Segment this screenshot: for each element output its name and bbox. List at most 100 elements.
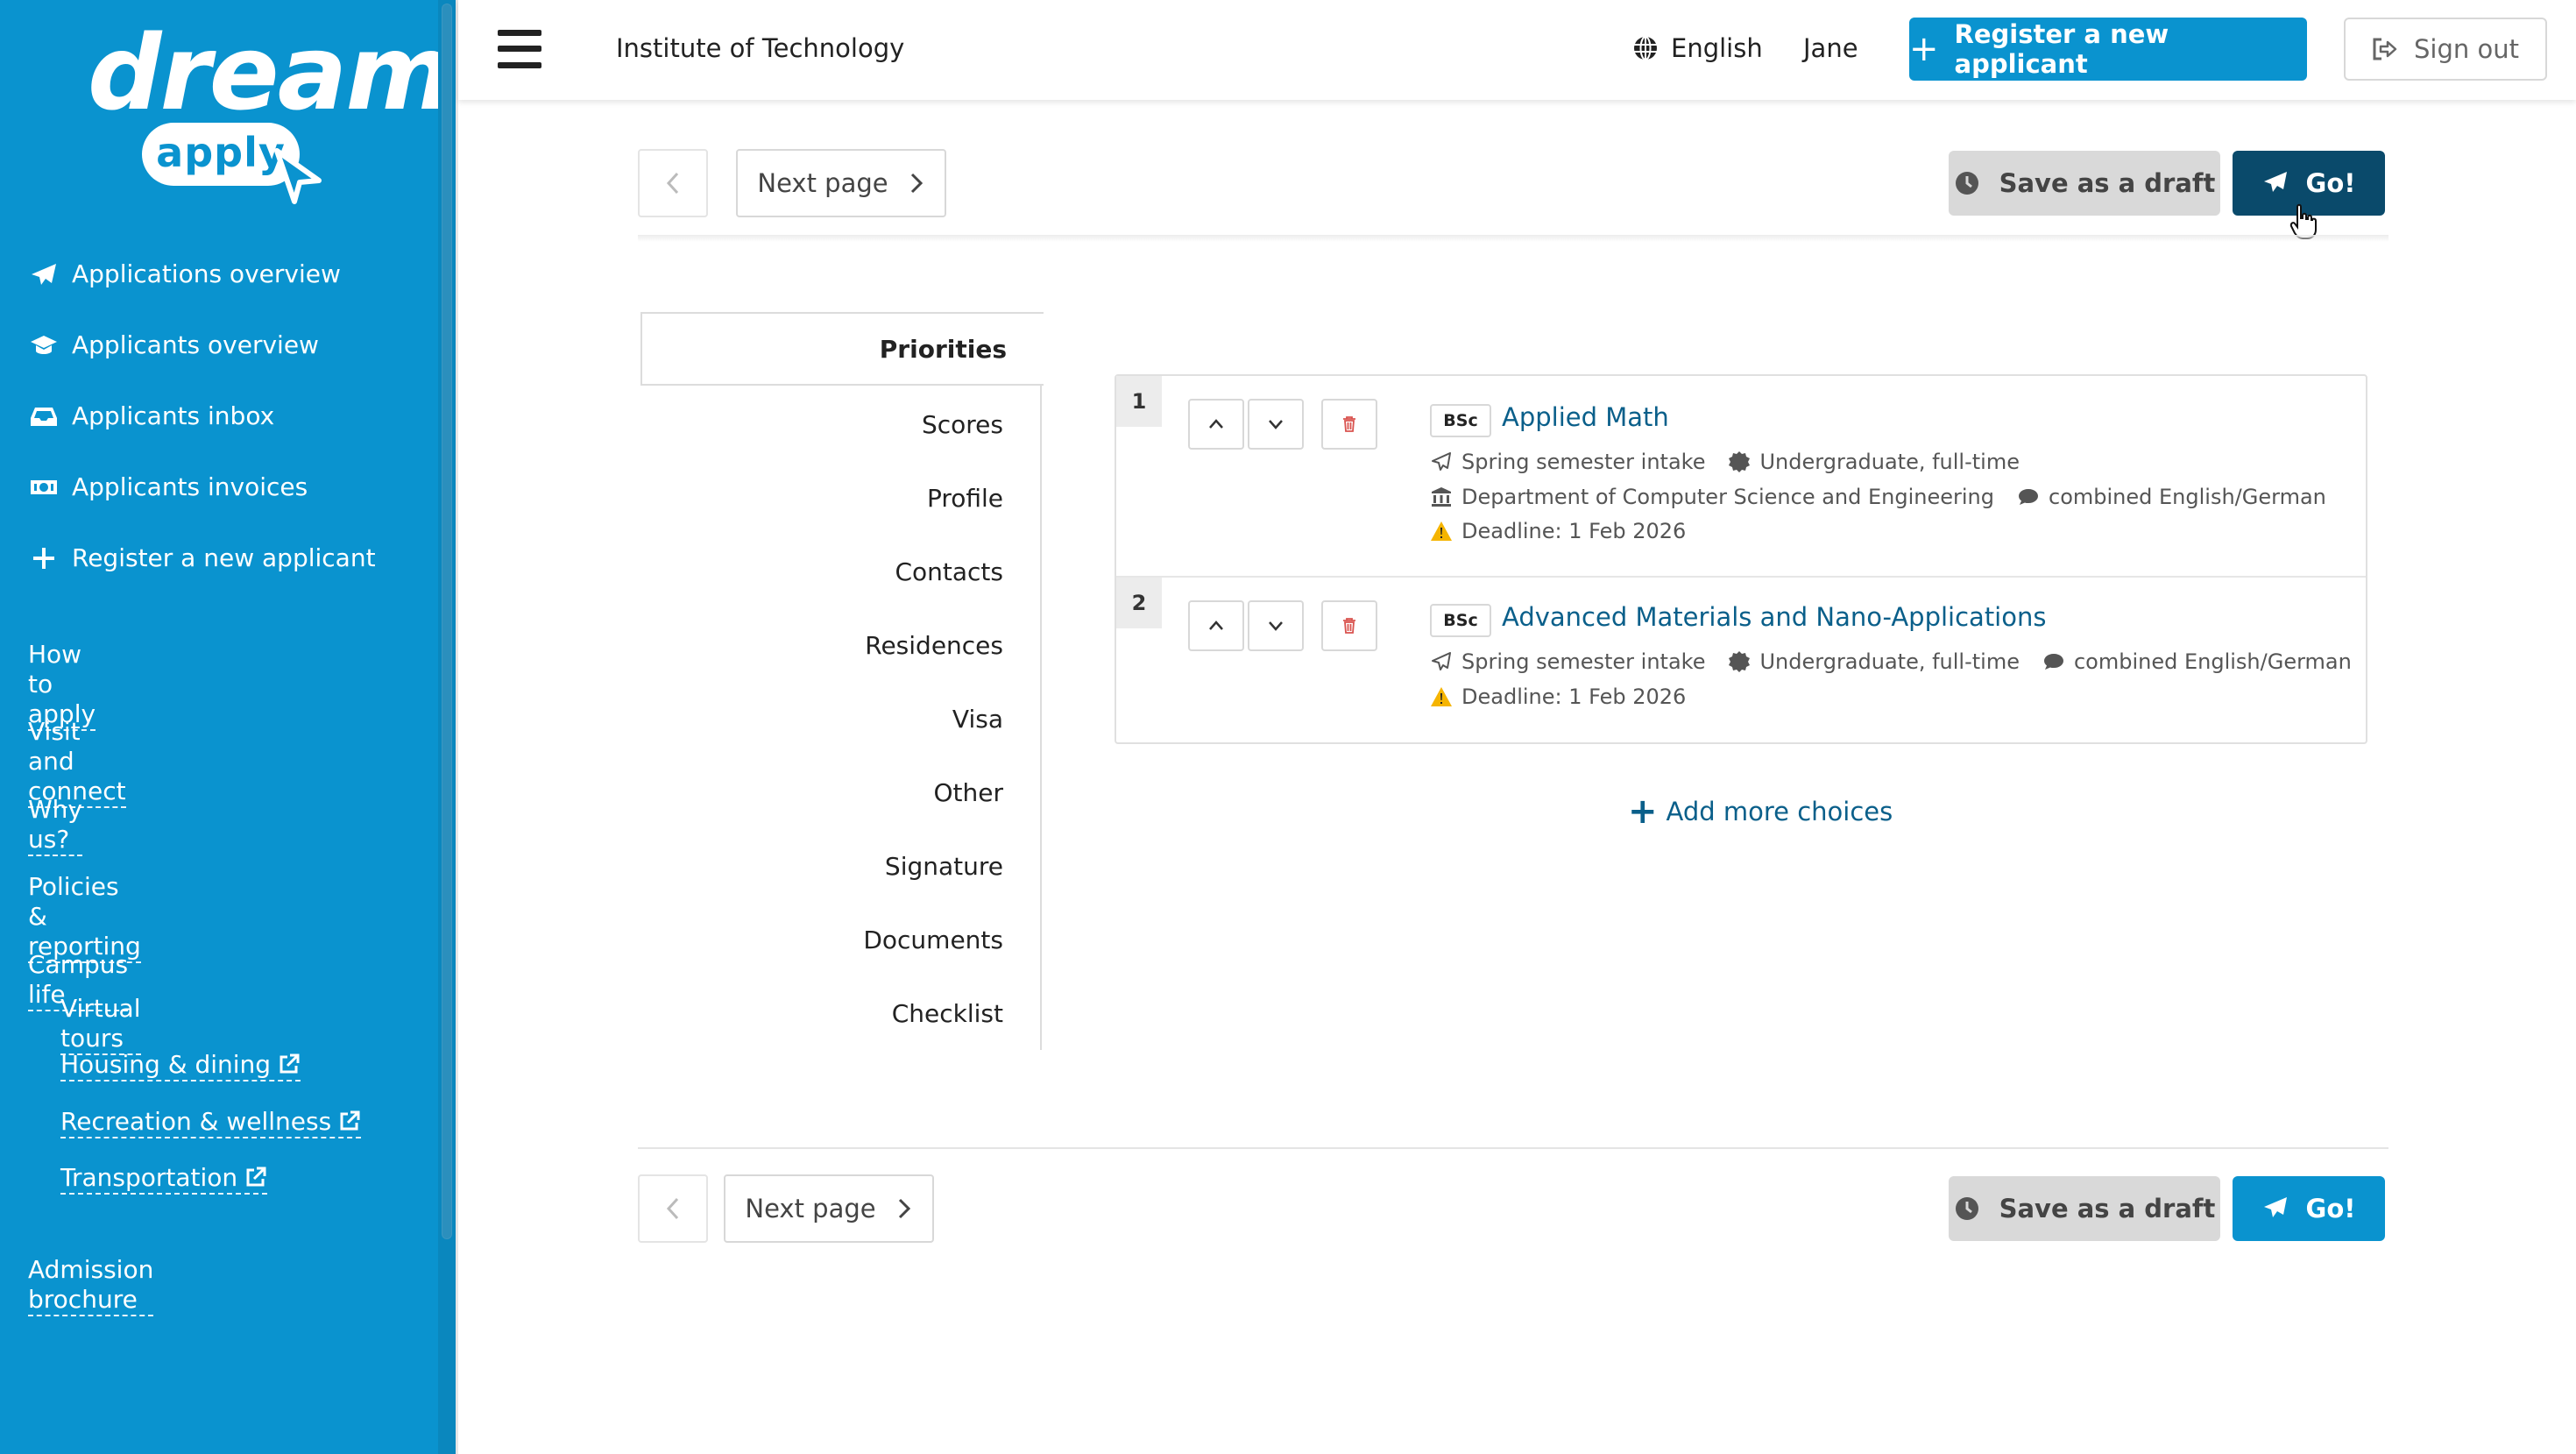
chevron-down-icon xyxy=(1269,420,1283,429)
sidebar-item-applicants-invoices[interactable]: Applicants invoices xyxy=(28,451,376,522)
sidebar-item-label: Applicants inbox xyxy=(72,401,275,430)
tab-residences[interactable]: Residences xyxy=(865,631,1003,660)
organization-name: Institute of Technology xyxy=(616,33,905,63)
move-down-button[interactable] xyxy=(1248,399,1304,450)
speech-bubble-icon xyxy=(2043,654,2063,670)
next-page-button[interactable]: Next page xyxy=(724,1174,934,1243)
next-page-label: Next page xyxy=(757,168,888,198)
save-draft-button[interactable]: Save as a draft xyxy=(1949,151,2220,216)
next-page-button[interactable]: Next page xyxy=(736,149,946,217)
language-text: combined English/German xyxy=(2049,485,2326,509)
add-more-label: Add more choices xyxy=(1666,797,1893,826)
link-label: Transportation xyxy=(60,1163,238,1192)
graduation-cap-icon xyxy=(28,331,60,359)
hamburger-menu-icon[interactable] xyxy=(498,30,541,68)
sidebar-item-applications-overview[interactable]: Applications overview xyxy=(28,238,376,309)
clock-icon xyxy=(1955,172,1978,195)
level-info: Undergraduate, full-time xyxy=(1728,649,2020,674)
move-up-button[interactable] xyxy=(1188,600,1244,651)
choice-row: 2 BSc Advanced Materials and Nano-Applic… xyxy=(1116,578,2366,744)
plus-icon xyxy=(28,544,60,572)
register-label: Register a new applicant xyxy=(1954,19,2169,79)
logo-cursor-icon xyxy=(274,148,322,204)
deadline-line: Deadline: 1 Feb 2026 xyxy=(1430,684,1709,709)
priority-number: 2 xyxy=(1116,578,1162,628)
tab-profile[interactable]: Profile xyxy=(927,484,1003,513)
paper-plane-icon xyxy=(2263,1197,2287,1217)
institution-icon xyxy=(1432,487,1451,507)
tab-checklist[interactable]: Checklist xyxy=(892,999,1003,1028)
language-info: combined English/German xyxy=(2042,649,2352,674)
paper-plane-icon xyxy=(1432,452,1451,471)
sign-out-button[interactable]: Sign out xyxy=(2344,18,2547,81)
sidebar-item-register[interactable]: Register a new applicant xyxy=(28,522,376,593)
sidebar-item-label: Applicants invoices xyxy=(72,472,308,501)
link-why-us[interactable]: Why us? xyxy=(28,795,83,856)
programme-title-link[interactable]: Applied Math xyxy=(1502,402,1669,432)
external-link-icon xyxy=(278,1053,301,1075)
user-name[interactable]: Jane xyxy=(1803,33,1858,63)
save-draft-button[interactable]: Save as a draft xyxy=(1949,1176,2220,1241)
tab-other[interactable]: Other xyxy=(933,778,1003,807)
sign-out-icon xyxy=(2373,38,2397,60)
language-text: combined English/German xyxy=(2073,649,2352,674)
link-admission-brochure[interactable]: Admission brochure xyxy=(28,1255,154,1316)
next-page-label: Next page xyxy=(745,1194,876,1223)
intake-info: Spring semester intake xyxy=(1430,649,1705,674)
section-tabs: Priorities Scores Profile Contacts Resid… xyxy=(640,312,1044,1050)
tab-priorities[interactable]: Priorities xyxy=(640,312,1044,386)
previous-page-button[interactable] xyxy=(638,1174,708,1243)
badge-icon xyxy=(1729,651,1751,672)
previous-page-button[interactable] xyxy=(638,149,708,217)
chevron-left-icon xyxy=(666,1197,679,1220)
tab-contacts[interactable]: Contacts xyxy=(895,557,1003,586)
move-up-button[interactable] xyxy=(1188,399,1244,450)
badge-icon xyxy=(1729,451,1751,472)
add-more-choices-button[interactable]: + Add more choices xyxy=(1628,794,1893,829)
sidebar-scrollbar[interactable] xyxy=(438,0,456,1454)
register-applicant-button[interactable]: + Register a new applicant xyxy=(1909,18,2307,81)
plus-icon: + xyxy=(1628,791,1658,832)
link-housing-dining[interactable]: Housing & dining xyxy=(60,1050,301,1082)
sidebar-item-applicants-overview[interactable]: Applicants overview xyxy=(28,309,376,380)
link-virtual-tours[interactable]: Virtual tours xyxy=(60,994,141,1055)
go-label: Go! xyxy=(2305,168,2356,198)
money-icon xyxy=(28,473,60,501)
priority-number: 1 xyxy=(1116,376,1162,427)
tab-scores[interactable]: Scores xyxy=(922,410,1003,439)
deadline-info: Deadline: 1 Feb 2026 xyxy=(1430,684,1686,709)
link-recreation-wellness[interactable]: Recreation & wellness xyxy=(60,1107,362,1138)
programme-choices: 1 BSc Applied Math Spring semester intak… xyxy=(1115,374,2367,744)
delete-choice-button[interactable] xyxy=(1321,399,1377,450)
deadline-text: Deadline: 1 Feb 2026 xyxy=(1461,684,1687,709)
plus-icon: + xyxy=(1909,29,1939,69)
department-text: Department of Computer Science and Engin… xyxy=(1461,485,1995,509)
tab-label: Priorities xyxy=(879,335,1007,364)
paper-plane-icon xyxy=(2263,172,2287,192)
logo-wordmark: dream xyxy=(88,12,453,133)
tab-documents[interactable]: Documents xyxy=(863,926,1003,954)
sidebar-item-label: Applicants overview xyxy=(72,330,319,359)
sidebar-scrollbar-thumb[interactable] xyxy=(442,4,452,1239)
programme-meta-line: Department of Computer Science and Engin… xyxy=(1430,485,2349,509)
link-transportation[interactable]: Transportation xyxy=(60,1163,268,1195)
move-down-button[interactable] xyxy=(1248,600,1304,651)
tab-visa[interactable]: Visa xyxy=(952,705,1003,734)
dreamapply-logo[interactable]: dream apply xyxy=(88,16,453,204)
inbox-icon xyxy=(28,402,60,430)
paper-plane-icon xyxy=(1432,652,1451,670)
programme-title-link[interactable]: Advanced Materials and Nano-Applications xyxy=(1502,602,2046,632)
go-submit-button[interactable]: Go! xyxy=(2233,1176,2385,1241)
sidebar-item-applicants-inbox[interactable]: Applicants inbox xyxy=(28,380,376,451)
language-info: combined English/German xyxy=(2017,485,2326,509)
sign-out-label: Sign out xyxy=(2414,34,2519,64)
warning-icon xyxy=(1431,687,1452,706)
delete-choice-button[interactable] xyxy=(1321,600,1377,651)
save-draft-label: Save as a draft xyxy=(1999,1194,2216,1223)
degree-badge: BSc xyxy=(1430,604,1491,637)
save-draft-label: Save as a draft xyxy=(1999,168,2216,198)
language-selector[interactable]: English xyxy=(1632,33,1763,63)
chevron-up-icon xyxy=(1209,621,1223,630)
tab-signature[interactable]: Signature xyxy=(885,852,1003,881)
chevron-right-icon xyxy=(898,1198,910,1219)
